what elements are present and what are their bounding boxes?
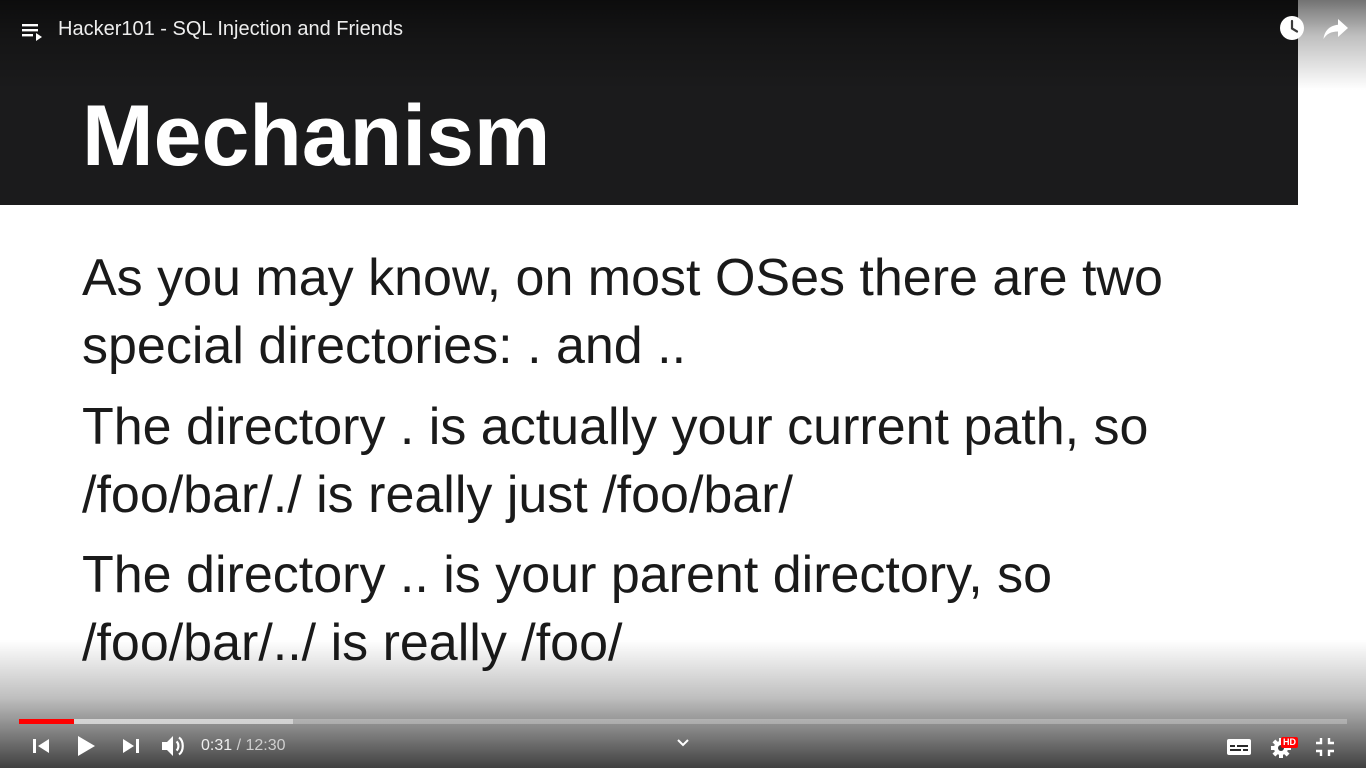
- progress-played: [19, 719, 74, 724]
- slide-text-line: The directory .. is your parent director…: [82, 546, 1053, 604]
- time-display: 0:31 / 12:30: [201, 736, 286, 756]
- next-button[interactable]: [120, 735, 142, 757]
- playlist-icon[interactable]: [20, 18, 46, 44]
- slide-text-line: /foo/bar/./ is really just /foo/bar/: [82, 466, 793, 524]
- volume-icon: [162, 736, 184, 756]
- clock-icon[interactable]: [1279, 15, 1305, 41]
- share-arrow-icon[interactable]: [1322, 16, 1350, 42]
- slide-text-line: special directories: . and ..: [82, 317, 687, 375]
- video-title[interactable]: Hacker101 - SQL Injection and Friends: [58, 16, 403, 42]
- skip-previous-icon: [33, 739, 49, 753]
- time-separator: /: [236, 737, 242, 754]
- volume-button[interactable]: [160, 733, 188, 759]
- current-time: 0:31: [201, 737, 233, 754]
- play-icon: [78, 736, 95, 756]
- slide-title: Mechanism: [82, 88, 551, 184]
- previous-button[interactable]: [30, 735, 52, 757]
- slide-text-line: The directory . is actually your current…: [82, 398, 1149, 456]
- progress-bar[interactable]: [19, 719, 1347, 724]
- exit-fullscreen-button[interactable]: [1313, 735, 1337, 759]
- video-player[interactable]: Mechanism As you may know, on most OSes …: [0, 0, 1366, 768]
- skip-next-icon: [123, 739, 139, 753]
- chevron-down-icon: [677, 739, 689, 747]
- slide-text-line: As you may know, on most OSes there are …: [82, 249, 1163, 307]
- exit-fullscreen-icon: [1316, 738, 1334, 756]
- duration: 12:30: [245, 737, 286, 754]
- play-button[interactable]: [74, 733, 98, 759]
- expand-button[interactable]: [673, 733, 693, 753]
- top-shade: [0, 0, 1366, 90]
- captions-button[interactable]: [1226, 737, 1252, 757]
- subtitles-icon: [1227, 739, 1251, 755]
- hd-badge: HD: [1281, 737, 1298, 748]
